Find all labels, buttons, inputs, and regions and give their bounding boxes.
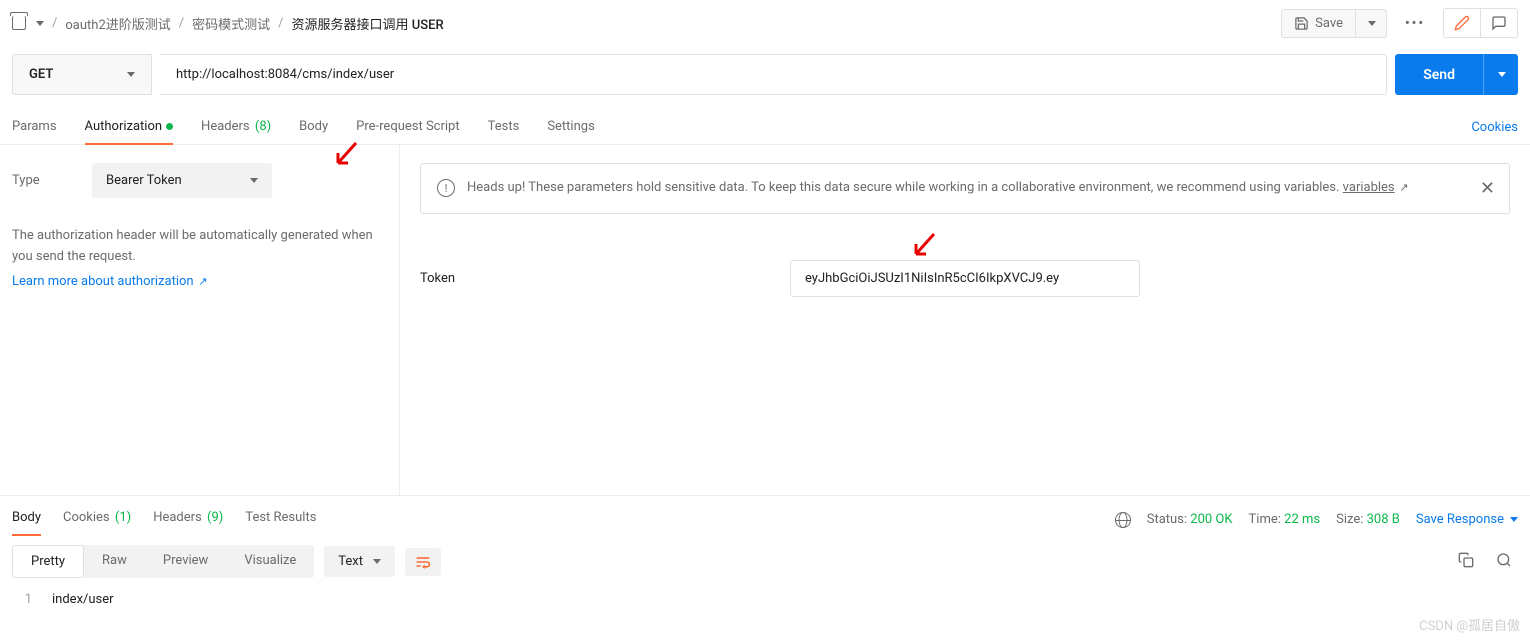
tab-authorization[interactable]: Authorization [85,111,174,144]
type-label: Type [12,173,72,188]
edit-button[interactable] [1444,9,1481,37]
chevron-down-icon [1368,21,1376,26]
url-input[interactable] [160,54,1387,95]
breadcrumb-current[interactable]: 资源服务器接口调用 USER [292,14,444,33]
info-icon: ! [437,179,455,197]
breadcrumb-sep: / [52,16,57,31]
variables-link[interactable]: variables [1343,180,1395,195]
collection-caret-icon[interactable] [36,21,44,26]
close-icon[interactable]: ✕ [1480,178,1495,199]
external-link-icon: ↗ [1397,181,1409,194]
send-dropdown[interactable] [1483,54,1518,95]
method-value: GET [29,67,53,82]
tab-params[interactable]: Params [12,111,57,144]
save-response-button[interactable]: Save Response [1416,512,1518,527]
response-body-line: 1 index/user [0,588,1530,611]
external-link-icon: ↗ [196,275,208,288]
chevron-down-icon [127,72,135,77]
globe-icon[interactable] [1115,512,1131,528]
chevron-down-icon [373,559,381,564]
language-select[interactable]: Text [324,546,395,577]
response-tab-testresults[interactable]: Test Results [245,504,316,535]
status-label: Status: 200 OK [1147,512,1233,527]
search-button[interactable] [1490,546,1518,578]
save-dropdown[interactable] [1356,9,1387,38]
annotation-arrow-icon [910,232,938,260]
pencil-icon [1454,15,1470,31]
status-dot-icon [166,123,173,130]
line-content: index/user [52,592,114,607]
info-banner: ! Heads up! These parameters hold sensit… [420,163,1510,214]
line-number: 1 [12,592,52,607]
size-label: Size: 308 B [1336,512,1400,527]
tab-prerequest[interactable]: Pre-request Script [356,111,459,144]
collection-icon[interactable] [12,16,26,30]
breadcrumb: / oauth2进阶版测试 / 密码模式测试 / 资源服务器接口调用 USER [52,14,1273,33]
save-button[interactable]: Save [1281,9,1356,38]
breadcrumb-item[interactable]: oauth2进阶版测试 [65,14,170,33]
chevron-down-icon [250,178,258,183]
more-button[interactable]: ••• [1395,10,1435,37]
breadcrumb-item[interactable]: 密码模式测试 [192,14,270,33]
breadcrumb-sep: / [278,16,283,31]
save-label: Save [1315,16,1343,31]
time-label: Time: 22 ms [1249,512,1321,527]
wrap-icon [415,555,431,569]
watermark: CSDN @孤居自傲 [1419,615,1520,634]
chevron-down-icon [1498,72,1506,77]
tab-headers[interactable]: Headers (8) [201,111,271,144]
copy-icon [1458,552,1474,568]
view-preview[interactable]: Preview [145,545,226,578]
method-select[interactable]: GET [12,54,152,95]
breadcrumb-sep: / [179,16,184,31]
copy-button[interactable] [1452,546,1480,578]
learn-more-link[interactable]: Learn more about authorization ↗ [12,274,208,289]
response-tab-headers[interactable]: Headers (9) [153,504,223,535]
cookies-link[interactable]: Cookies [1471,112,1518,143]
view-pretty[interactable]: Pretty [12,545,84,578]
wrap-button[interactable] [405,548,441,576]
tab-settings[interactable]: Settings [547,111,594,144]
view-visualize[interactable]: Visualize [226,545,314,578]
comment-button[interactable] [1481,9,1517,37]
auth-type-select[interactable]: Bearer Token [92,163,272,198]
view-raw[interactable]: Raw [84,545,145,578]
comment-icon [1491,15,1507,31]
search-icon [1496,552,1512,568]
chevron-down-icon [1510,517,1518,522]
tab-body[interactable]: Body [299,111,328,144]
auth-help-text: The authorization header will be automat… [12,226,387,268]
token-label: Token [420,271,790,286]
info-text: Heads up! These parameters hold sensitiv… [467,178,1409,199]
response-tab-cookies[interactable]: Cookies (1) [63,504,131,535]
save-icon [1294,16,1309,31]
response-tab-body[interactable]: Body [12,504,41,535]
annotation-arrow-icon [332,141,360,169]
send-button[interactable]: Send [1395,54,1483,95]
tab-tests[interactable]: Tests [488,111,520,144]
auth-type-value: Bearer Token [106,173,182,188]
token-input[interactable] [790,260,1140,297]
